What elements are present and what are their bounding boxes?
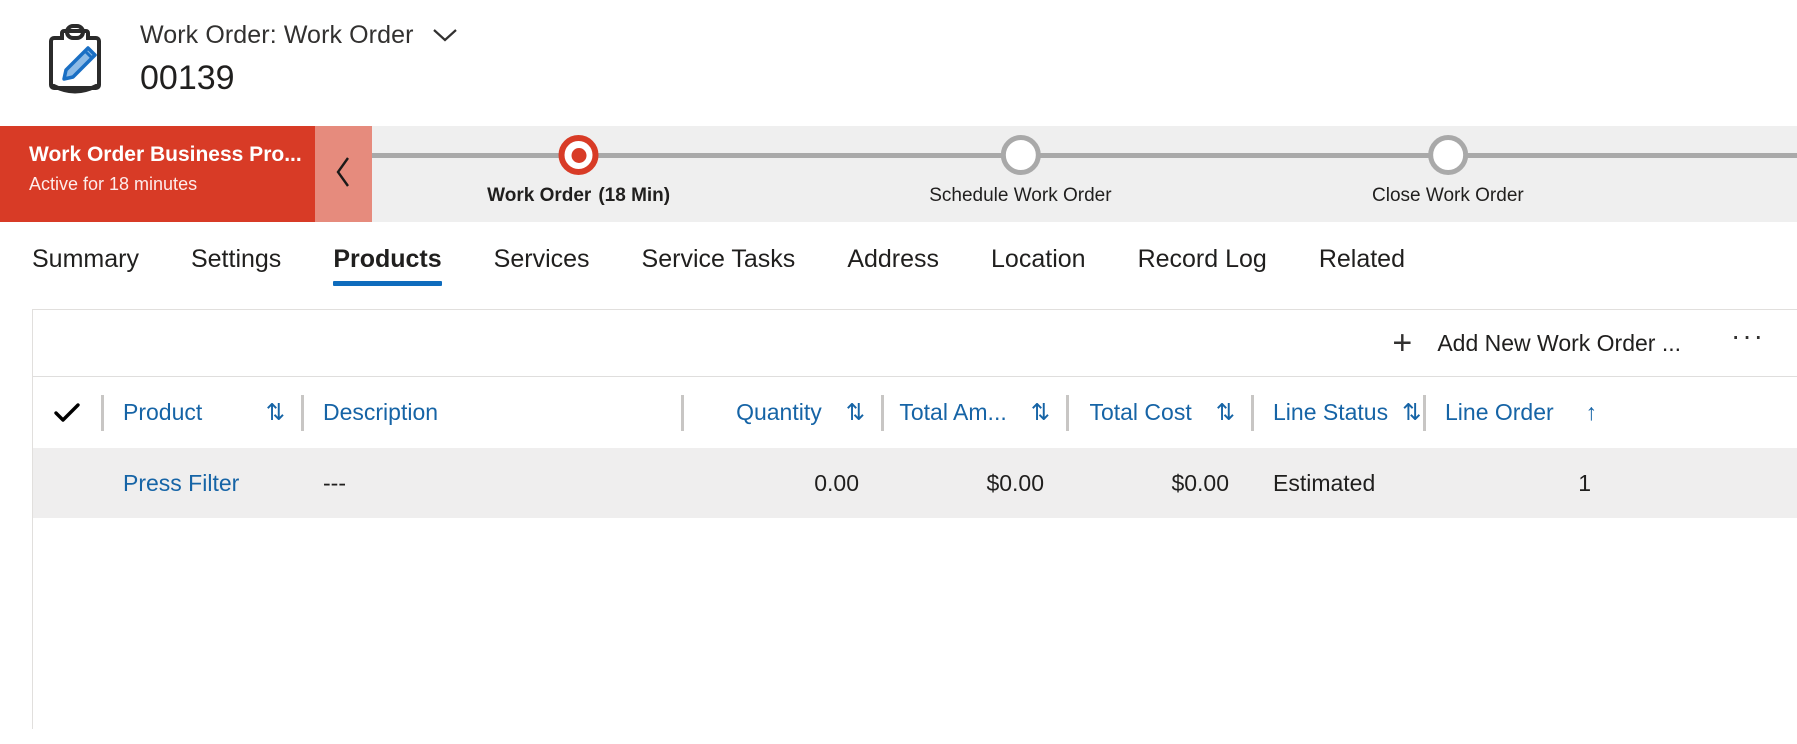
sort-icon[interactable]: ⇅ [832,399,881,426]
sort-icon[interactable]: ⇅ [1202,399,1251,426]
bpf-subtitle: Active for 18 minutes [29,170,315,198]
bpf-stage-marker-active [559,135,599,175]
subgrid-header-row: Product ⇅ Description Quantity ⇅ Total A… [33,376,1797,448]
plus-icon: + [1387,326,1417,360]
page-title: 00139 [140,55,458,101]
bpf-stage-schedule-work-order[interactable]: Schedule Work Order [929,126,1111,207]
column-label: Line Order [1423,399,1554,426]
column-header-product[interactable]: Product ⇅ [101,377,301,449]
tab-address[interactable]: Address [821,222,965,297]
chevron-left-icon [335,156,352,193]
cell-total-amount: $0.00 [881,448,1066,518]
bpf-stage-name: Work Order [487,185,591,206]
products-subgrid: + Add New Work Order ... ··· Product ⇅ D… [32,309,1797,729]
tab-label: Products [333,245,441,274]
column-header-total-amount[interactable]: Total Am... ⇅ [881,377,1066,449]
tab-label: Record Log [1138,245,1267,274]
ellipsis-icon[interactable]: ··· [1717,328,1779,359]
select-all-checkbox[interactable] [33,377,101,449]
subgrid-empty-area [33,518,1797,638]
column-header-description[interactable]: Description [301,377,681,449]
cell-total-cost: $0.00 [1066,448,1251,518]
column-label: Description [301,399,438,426]
bpf-name-block[interactable]: Work Order Business Pro... Active for 18… [0,126,315,222]
tab-products[interactable]: Products [307,222,467,297]
tab-service-tasks[interactable]: Service Tasks [616,222,822,297]
bpf-stage-close-work-order[interactable]: Close Work Order [1372,126,1524,207]
tab-related[interactable]: Related [1293,222,1431,297]
tab-label: Location [991,245,1086,274]
cell-quantity: 0.00 [681,448,881,518]
bpf-title: Work Order Business Pro... [29,140,315,170]
row-select-checkbox[interactable] [33,448,101,518]
column-label: Total Am... [899,399,1006,426]
tab-label: Address [847,245,939,274]
work-order-clipboard-icon [44,24,106,100]
record-title-group: Work Order: Work Order 00139 [140,18,458,101]
sort-icon[interactable]: ↑ [1572,399,1614,426]
cell-line-status: Estimated [1251,448,1423,518]
column-header-line-order[interactable]: Line Order ↑ [1423,377,1613,449]
bpf-stage-marker-inactive [1000,135,1040,175]
column-label: Total Cost [1089,399,1191,426]
tab-label: Service Tasks [642,245,796,274]
cell-description: --- [301,448,681,518]
bpf-stage-label: Schedule Work Order [929,185,1111,207]
table-row[interactable]: Press Filter --- 0.00 $0.00 $0.00 Estima… [33,448,1797,518]
sort-icon[interactable]: ⇅ [1017,399,1066,426]
bpf-stage-work-order[interactable]: Work Order (18 Min) [487,126,670,207]
chevron-down-icon[interactable] [432,22,458,48]
sort-icon[interactable]: ⇅ [252,399,301,426]
bpf-stage-track: Work Order (18 Min) Schedule Work Order C… [372,126,1797,222]
column-label: Quantity [736,399,822,426]
entity-line: Work Order: Work Order [140,18,458,52]
tab-services[interactable]: Services [468,222,616,297]
bpf-stage-marker-inactive [1428,135,1468,175]
tab-location[interactable]: Location [965,222,1112,297]
business-process-flow: Work Order Business Pro... Active for 18… [0,126,1797,222]
cell-product[interactable]: Press Filter [101,448,301,518]
bpf-collapse-button[interactable] [315,126,372,222]
column-header-total-cost[interactable]: Total Cost ⇅ [1066,377,1251,449]
bpf-stage-label: Close Work Order [1372,185,1524,207]
tab-record-log[interactable]: Record Log [1112,222,1293,297]
entity-name: Work Order: Work Order [140,21,414,50]
column-label: Product [101,399,202,426]
column-header-quantity[interactable]: Quantity ⇅ [681,377,881,449]
bpf-stage-duration: (18 Min) [598,185,670,206]
record-header: Work Order: Work Order 00139 [0,0,1797,126]
bpf-stage-label: Work Order (18 Min) [487,185,670,207]
tab-label: Services [494,245,590,274]
subgrid-command-bar: + Add New Work Order ... ··· [33,310,1797,376]
column-header-line-status[interactable]: Line Status ⇅ [1251,377,1423,449]
tab-summary[interactable]: Summary [32,222,165,297]
form-tab-bar: Summary Settings Products Services Servi… [0,222,1797,297]
cell-line-order: 1 [1423,448,1613,518]
tab-settings[interactable]: Settings [165,222,307,297]
tab-label: Summary [32,245,139,274]
column-label: Line Status [1251,399,1388,426]
tab-label: Settings [191,245,281,274]
add-new-work-order-product-button[interactable]: + Add New Work Order ... [1377,320,1691,366]
tab-label: Related [1319,245,1405,274]
add-new-work-order-product-label: Add New Work Order ... [1437,330,1681,357]
